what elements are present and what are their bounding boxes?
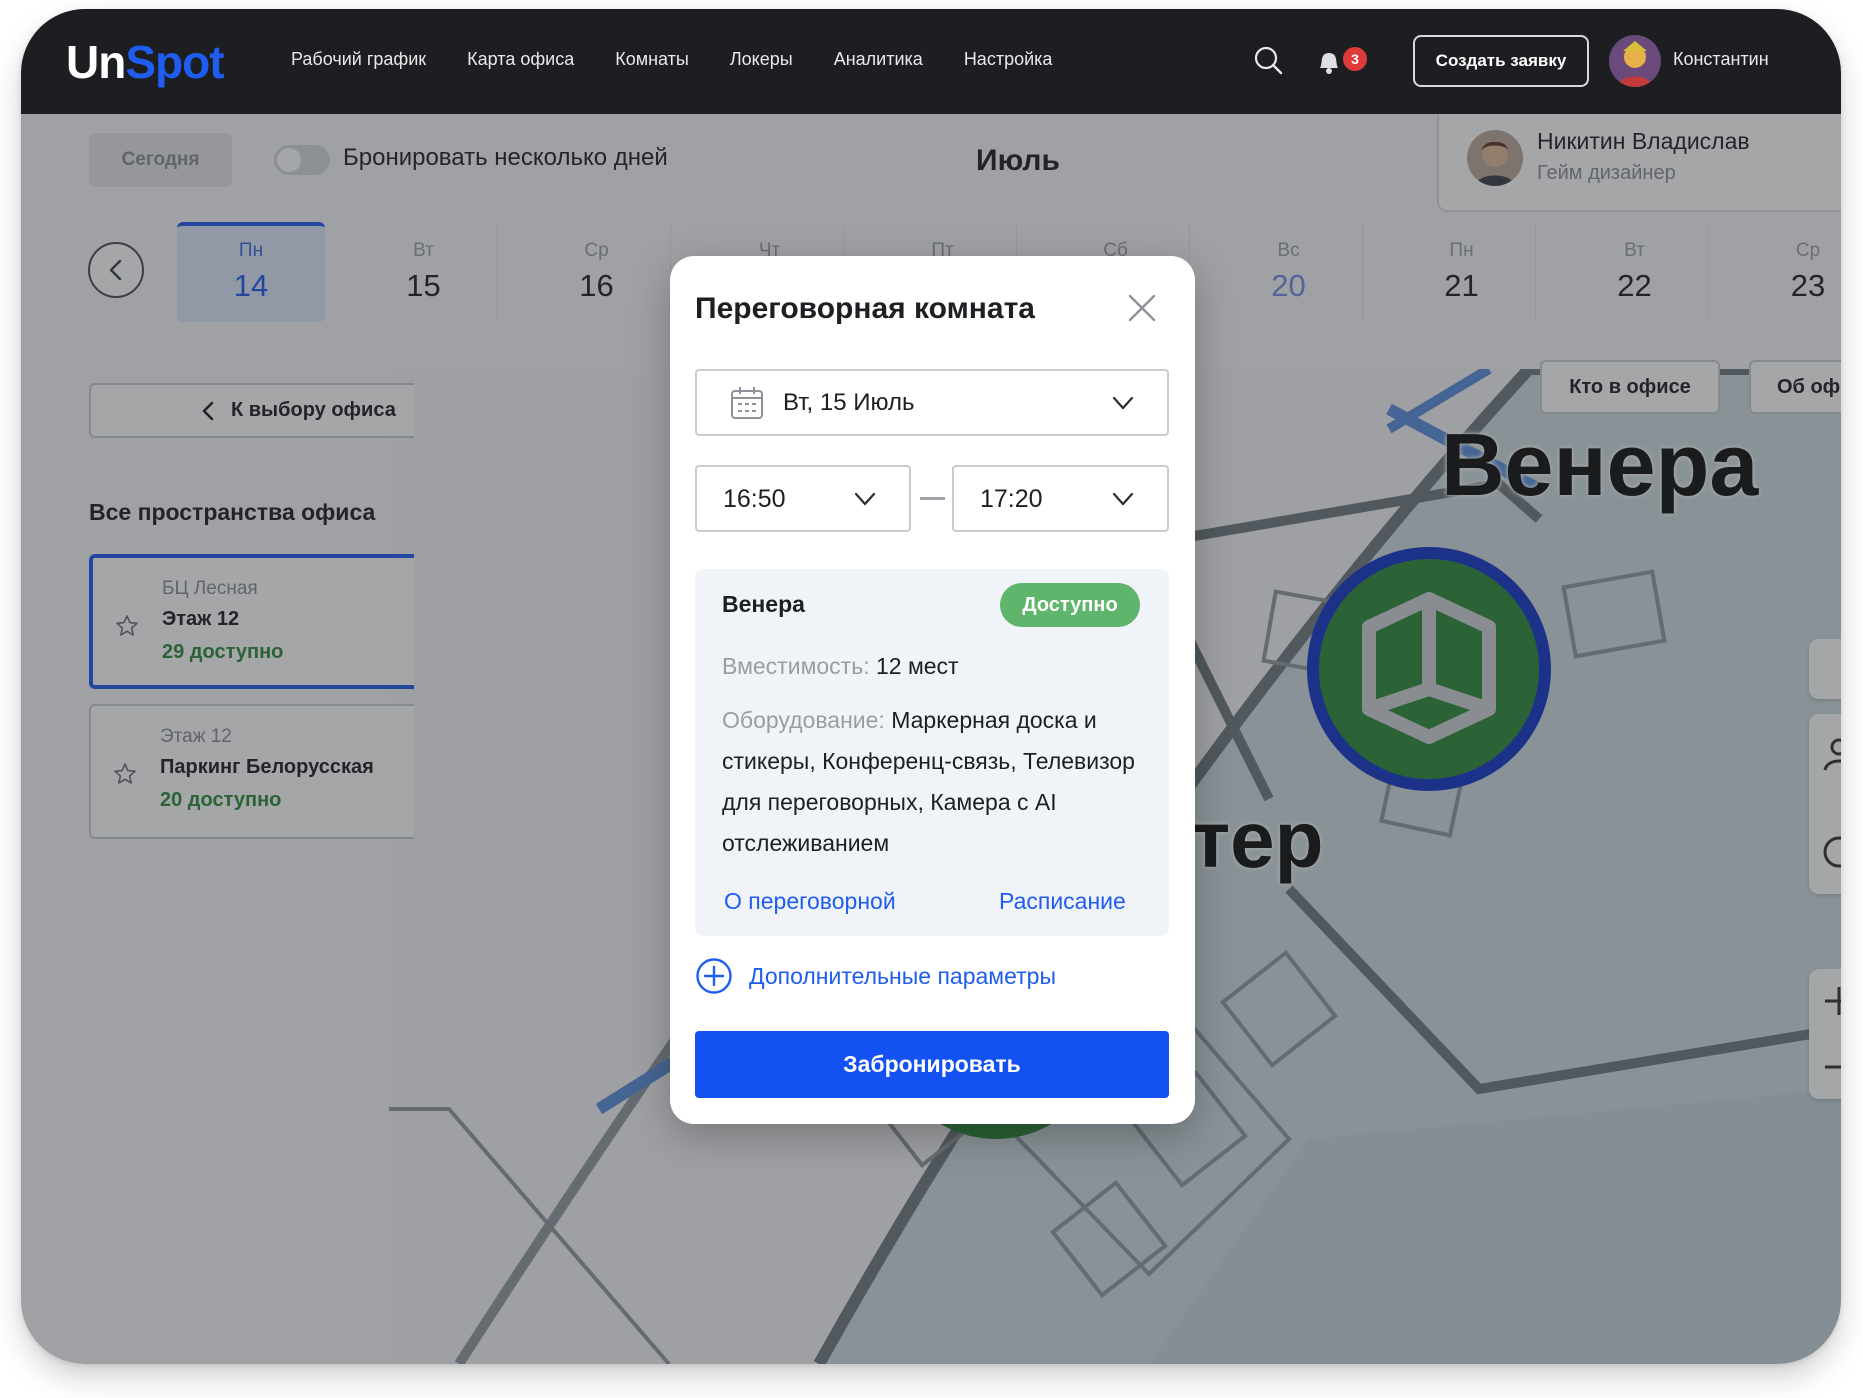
- chevron-down-icon: [854, 492, 876, 506]
- bell-icon: [1320, 53, 1338, 74]
- time-to-select[interactable]: 17:20: [952, 465, 1169, 532]
- room-name: Венера: [722, 591, 805, 617]
- meeting-room-booking-modal: Переговорная комната Вт, 15 Июль 16:50 1…: [670, 256, 1195, 1124]
- room-equipment: Оборудование: Маркерная доска и стикеры,…: [722, 700, 1152, 864]
- plus-circle-icon: [696, 958, 732, 994]
- capacity-value: 12 мест: [875, 653, 959, 679]
- nav-item-work-schedule[interactable]: Рабочий график: [291, 49, 426, 70]
- calendar-icon: [731, 387, 763, 419]
- schedule-link[interactable]: Расписание: [999, 888, 1126, 915]
- user-avatar-image: [1609, 35, 1661, 87]
- modal-title: Переговорная комната: [695, 292, 1035, 325]
- about-room-link[interactable]: О переговорной: [724, 888, 896, 915]
- nav-item-settings[interactable]: Настройка: [964, 49, 1053, 70]
- additional-params-button[interactable]: Дополнительные параметры: [695, 956, 1056, 996]
- notifications-button[interactable]: 3: [1316, 45, 1376, 77]
- additional-params-label: Дополнительные параметры: [749, 962, 1056, 989]
- chevron-down-icon: [1112, 396, 1134, 410]
- chevron-down-icon: [1112, 492, 1134, 506]
- time-to-value: 17:20: [980, 485, 1043, 513]
- nav-item-analytics[interactable]: Аналитика: [834, 49, 923, 70]
- capacity-label: Вместимость:: [722, 653, 870, 679]
- status-badge: Доступно: [1000, 583, 1140, 627]
- create-request-button[interactable]: Создать заявку: [1413, 35, 1589, 87]
- notifications-badge: 3: [1343, 47, 1367, 71]
- user-name[interactable]: Константин: [1673, 49, 1769, 70]
- nav-item-office-map[interactable]: Карта офиса: [467, 49, 574, 70]
- room-info-card: Венера Доступно Вместимость: 12 мест Обо…: [695, 569, 1169, 936]
- main-nav: Рабочий график Карта офиса Комнаты Локер…: [291, 49, 1052, 70]
- search-icon[interactable]: [1253, 45, 1283, 75]
- nav-item-lockers[interactable]: Локеры: [730, 49, 793, 70]
- nav-item-rooms[interactable]: Комнаты: [615, 49, 689, 70]
- date-value: Вт, 15 Июль: [783, 389, 915, 416]
- time-from-select[interactable]: 16:50: [695, 465, 911, 532]
- time-from-value: 16:50: [723, 485, 786, 513]
- app-window: UnSpot Рабочий график Карта офиса Комнат…: [21, 9, 1841, 1364]
- close-icon[interactable]: [1124, 290, 1160, 326]
- room-capacity: Вместимость: 12 мест: [722, 653, 959, 680]
- logo-text-un: Un: [66, 36, 126, 88]
- equipment-label: Оборудование:: [722, 707, 885, 733]
- time-range-separator: [920, 497, 945, 500]
- top-navigation-bar: UnSpot Рабочий график Карта офиса Комнат…: [21, 9, 1841, 114]
- logo-text-spot: Spot: [125, 36, 224, 88]
- book-button[interactable]: Забронировать: [695, 1031, 1169, 1098]
- user-avatar[interactable]: [1609, 35, 1661, 87]
- date-select[interactable]: Вт, 15 Июль: [695, 369, 1169, 436]
- unspot-logo[interactable]: UnSpot: [66, 35, 225, 89]
